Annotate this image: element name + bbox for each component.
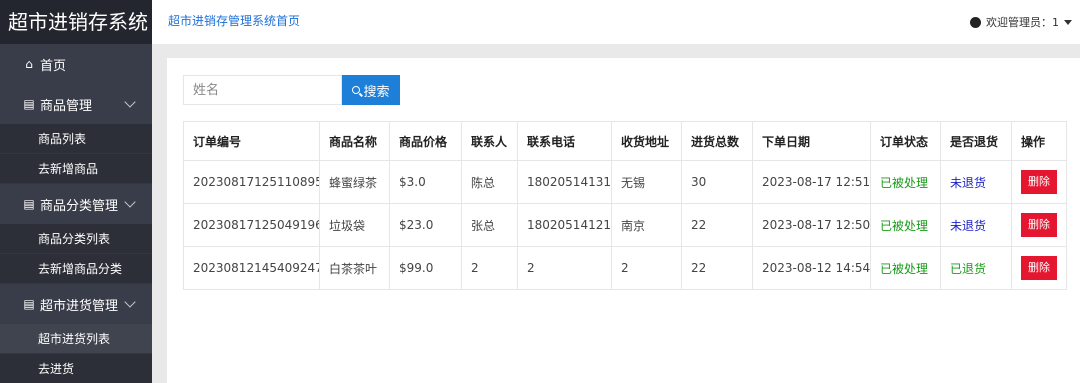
home-icon: ⌂	[25, 57, 33, 71]
search-button[interactable]: 搜索	[342, 75, 400, 105]
column-header: 商品名称	[319, 121, 390, 161]
top-header: 超市进销存管理系统首页 欢迎管理员：1	[152, 0, 1080, 44]
column-header: 是否退货	[940, 121, 1012, 161]
sidebar-subitem-add-product[interactable]: 去新增商品	[0, 154, 152, 184]
search-button-label: 搜索	[363, 84, 390, 100]
sidebar-item-label: 首页	[40, 58, 67, 74]
cell-date: 2023-08-17 12:50	[752, 203, 871, 247]
sidebar-item-product-management[interactable]: ▤ 商品管理	[0, 84, 152, 124]
file-icon: ▤	[23, 97, 35, 111]
column-header: 订单编号	[183, 121, 320, 161]
cell-price: $99.0	[389, 246, 462, 290]
cell-contact: 张总	[461, 203, 518, 247]
sidebar-item-home[interactable]: ⌂ 首页	[0, 44, 152, 84]
search-input[interactable]	[183, 75, 342, 105]
app-title: 超市进销存系统	[0, 0, 152, 44]
column-header: 下单日期	[752, 121, 871, 161]
cell-phone: 18020514131	[517, 160, 612, 204]
cell-product: 白茶茶叶	[319, 246, 390, 290]
column-header: 订单状态	[870, 121, 941, 161]
chevron-down-icon	[124, 96, 136, 108]
cell-product: 垃圾袋	[319, 203, 390, 247]
cell-contact: 2	[461, 246, 518, 290]
column-header: 收货地址	[611, 121, 682, 161]
cell-returned: 未退货	[940, 160, 1012, 204]
cell-returned: 已退货	[940, 246, 1012, 290]
cell-order-no: 20230817125049196	[183, 203, 320, 247]
cell-action: 删除	[1011, 246, 1067, 290]
sidebar-item-label: 超市进货管理	[40, 298, 119, 314]
cell-status: 已被处理	[870, 246, 941, 290]
cell-phone: 2	[517, 246, 612, 290]
cell-product: 蜂蜜绿茶	[319, 160, 390, 204]
chevron-down-icon	[124, 296, 136, 308]
sidebar-subitem-purchase-list[interactable]: 超市进货列表	[0, 324, 152, 354]
delete-button[interactable]: 删除	[1021, 213, 1057, 237]
cell-phone: 18020514121	[517, 203, 612, 247]
file-icon: ▤	[23, 297, 35, 311]
sidebar-item-label: 商品分类管理	[40, 198, 119, 214]
column-header: 联系人	[461, 121, 518, 161]
table-row: 20230817125110895 蜂蜜绿茶 $3.0 陈总 180205141…	[183, 160, 1067, 204]
caret-down-icon	[1064, 19, 1072, 25]
cell-price: $23.0	[389, 203, 462, 247]
sidebar-subitem-purchase[interactable]: 去进货	[0, 354, 152, 383]
sidebar: 超市进销存系统 ⌂ 首页 ▤ 商品管理 商品列表 去新增商品 ▤ 商品分类管理 …	[0, 0, 152, 383]
search-icon	[352, 86, 361, 94]
delete-button[interactable]: 删除	[1021, 170, 1057, 194]
cell-status: 已被处理	[870, 203, 941, 247]
user-label: 欢迎管理员：1	[986, 16, 1059, 29]
chevron-down-icon	[124, 196, 136, 208]
sidebar-subitem-add-category[interactable]: 去新增商品分类	[0, 254, 152, 284]
sidebar-item-purchase-management[interactable]: ▤ 超市进货管理	[0, 284, 152, 324]
cell-quantity: 30	[681, 160, 753, 204]
cell-order-no: 20230812145409247	[183, 246, 320, 290]
orders-table: 订单编号 商品名称 商品价格 联系人 联系电话 收货地址 进货总数 下单日期 订…	[183, 121, 1067, 290]
breadcrumb[interactable]: 超市进销存管理系统首页	[168, 12, 300, 29]
cell-action: 删除	[1011, 203, 1067, 247]
table-row: 20230812145409247 白茶茶叶 $99.0 2 2 2 22 20…	[183, 246, 1067, 290]
user-menu[interactable]: 欢迎管理员：1	[970, 14, 1072, 30]
cell-date: 2023-08-12 14:54	[752, 246, 871, 290]
cell-order-no: 20230817125110895	[183, 160, 320, 204]
cell-address: 南京	[611, 203, 682, 247]
cell-action: 删除	[1011, 160, 1067, 204]
sidebar-subitem-category-list[interactable]: 商品分类列表	[0, 224, 152, 254]
file-icon: ▤	[23, 197, 35, 211]
cell-address: 无锡	[611, 160, 682, 204]
cell-date: 2023-08-17 12:51	[752, 160, 871, 204]
cell-status: 已被处理	[870, 160, 941, 204]
avatar-icon	[970, 16, 981, 28]
column-header: 操作	[1011, 121, 1067, 161]
sidebar-item-category-management[interactable]: ▤ 商品分类管理	[0, 184, 152, 224]
column-header: 进货总数	[681, 121, 753, 161]
cell-returned: 未退货	[940, 203, 1012, 247]
cell-quantity: 22	[681, 203, 753, 247]
table-header-row: 订单编号 商品名称 商品价格 联系人 联系电话 收货地址 进货总数 下单日期 订…	[183, 121, 1067, 161]
cell-price: $3.0	[389, 160, 462, 204]
column-header: 商品价格	[389, 121, 462, 161]
cell-contact: 陈总	[461, 160, 518, 204]
column-header: 联系电话	[517, 121, 612, 161]
sidebar-subitem-product-list[interactable]: 商品列表	[0, 124, 152, 154]
sidebar-item-label: 商品管理	[40, 98, 93, 114]
delete-button[interactable]: 删除	[1021, 256, 1057, 280]
cell-quantity: 22	[681, 246, 753, 290]
cell-address: 2	[611, 246, 682, 290]
table-row: 20230817125049196 垃圾袋 $23.0 张总 180205141…	[183, 203, 1067, 247]
